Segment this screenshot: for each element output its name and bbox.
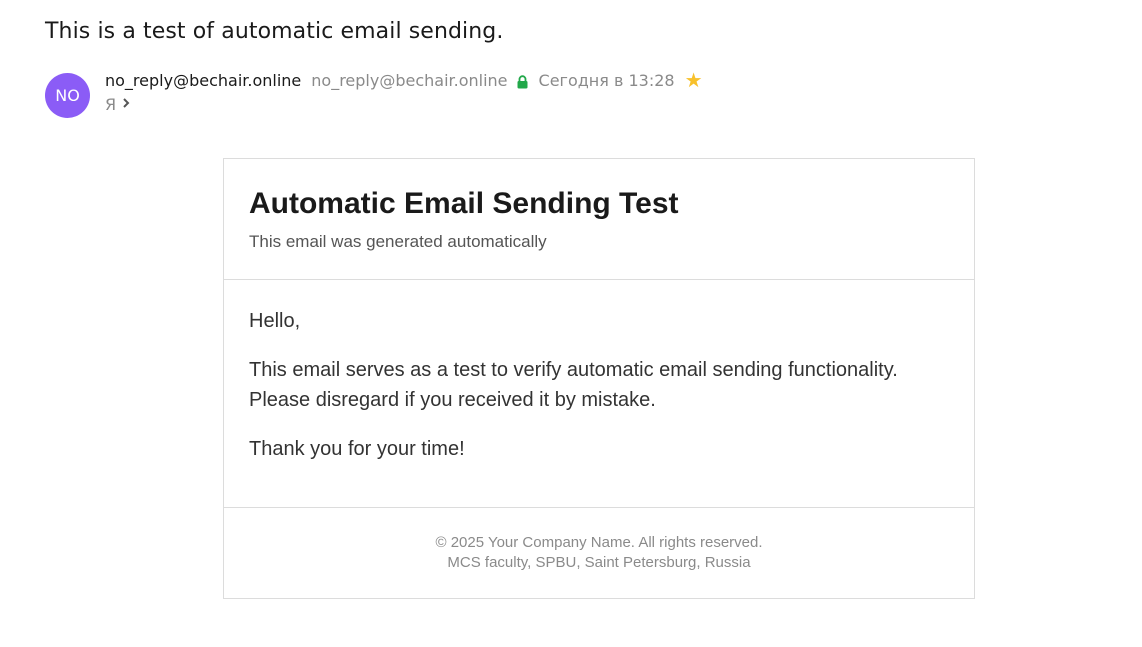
sender-name[interactable]: no_reply@bechair.online xyxy=(105,71,301,90)
email-greeting: Hello, xyxy=(249,310,301,332)
email-body-text: This email serves as a test to verify au… xyxy=(249,359,898,411)
email-content: Hello, This email serves as a test to ve… xyxy=(224,280,974,508)
email-header: Automatic Email Sending Test This email … xyxy=(224,159,974,280)
email-thanks: Thank you for your time! xyxy=(249,438,465,460)
sender-line: no_reply@bechair.online no_reply@bechair… xyxy=(105,70,703,90)
message-date: Сегодня в 13:28 xyxy=(538,70,675,90)
email-view: This is a test of automatic email sendin… xyxy=(0,0,1142,647)
star-icon[interactable]: ★ xyxy=(685,70,703,90)
email-subject: This is a test of automatic email sendin… xyxy=(45,19,504,44)
chevron-right-icon xyxy=(122,97,130,113)
recipient-line[interactable]: Я xyxy=(105,95,130,114)
email-footer: © 2025 Your Company Name. All rights res… xyxy=(224,508,974,573)
footer-address: MCS faculty, SPBU, Saint Petersburg, Rus… xyxy=(447,554,751,571)
email-body-card: Automatic Email Sending Test This email … xyxy=(223,158,975,599)
sender-email[interactable]: no_reply@bechair.online xyxy=(311,71,507,90)
email-title: Automatic Email Sending Test xyxy=(249,187,679,220)
footer-copyright: © 2025 Your Company Name. All rights res… xyxy=(435,534,763,551)
lock-icon xyxy=(516,74,529,88)
recipient-name: Я xyxy=(105,95,117,114)
email-subtitle: This email was generated automatically xyxy=(249,232,547,251)
sender-avatar[interactable]: NO xyxy=(45,73,90,118)
